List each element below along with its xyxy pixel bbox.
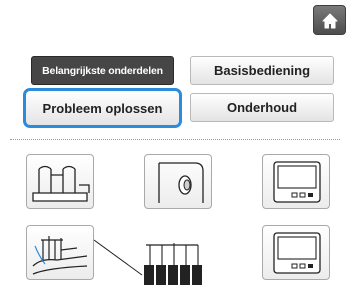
lcd-panel-icon bbox=[273, 232, 321, 274]
tile-lcd-panel-2[interactable] bbox=[262, 225, 330, 280]
home-button[interactable] bbox=[313, 5, 346, 35]
thread-guide-icon bbox=[32, 236, 88, 275]
tile-lcd-panel[interactable] bbox=[262, 154, 330, 209]
home-icon bbox=[322, 13, 338, 29]
lcd-panel-icon bbox=[273, 161, 321, 203]
section-divider bbox=[10, 139, 340, 140]
tile-machine-front[interactable] bbox=[26, 154, 94, 209]
handwheel-icon bbox=[158, 162, 204, 203]
category-main-parts-button[interactable]: Belangrijkste onderdelen bbox=[31, 56, 174, 85]
tile-handwheel[interactable] bbox=[144, 154, 212, 209]
category-maintenance-button[interactable]: Onderhoud bbox=[190, 93, 334, 122]
tile-thread-guide[interactable] bbox=[26, 225, 94, 280]
machine-front-icon bbox=[32, 165, 90, 202]
spool-stand-icon bbox=[94, 239, 202, 285]
category-troubleshooting-button[interactable]: Probleem oplossen bbox=[23, 88, 182, 128]
category-basic-operation-button[interactable]: Basisbediening bbox=[190, 56, 334, 85]
